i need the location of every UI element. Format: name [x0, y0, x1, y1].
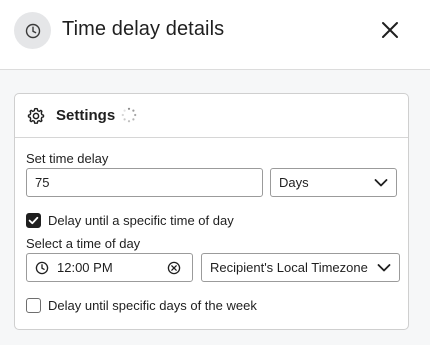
delay-value-text: 75 — [35, 175, 50, 190]
panel-header: Time delay details — [0, 0, 430, 70]
settings-title: Settings — [56, 107, 116, 124]
loading-spinner-icon — [121, 107, 137, 123]
chevron-down-icon — [374, 179, 388, 187]
delay-unit-value: Days — [279, 175, 309, 190]
clear-icon[interactable] — [167, 261, 181, 275]
timezone-select[interactable]: Recipient's Local Timezone — [201, 253, 400, 282]
set-time-delay-label: Set time delay — [26, 151, 109, 166]
select-time-label: Select a time of day — [26, 236, 141, 251]
panel-title: Time delay details — [62, 18, 225, 40]
delay-until-time-label[interactable]: Delay until a specific time of day — [48, 213, 234, 228]
delay-until-days-label[interactable]: Delay until specific days of the week — [48, 298, 257, 313]
delay-until-days-checkbox[interactable] — [26, 298, 41, 313]
close-icon — [382, 22, 398, 38]
timezone-value: Recipient's Local Timezone — [210, 260, 368, 275]
gear-icon — [27, 107, 45, 124]
time-input[interactable]: 12:00 PM — [26, 253, 193, 282]
delay-value-input[interactable]: 75 — [26, 168, 263, 197]
delay-unit-select[interactable]: Days — [270, 168, 397, 197]
settings-card-header: Settings — [15, 94, 408, 138]
clock-icon — [14, 12, 51, 49]
delay-until-time-checkbox[interactable] — [26, 213, 41, 228]
chevron-down-icon — [377, 264, 391, 272]
settings-card: Settings Set time delay 75 Days Delay un… — [14, 93, 409, 330]
time-value: 12:00 PM — [57, 260, 113, 275]
close-button[interactable] — [376, 16, 404, 44]
checkmark-icon — [28, 216, 39, 225]
clock-icon — [35, 261, 49, 275]
